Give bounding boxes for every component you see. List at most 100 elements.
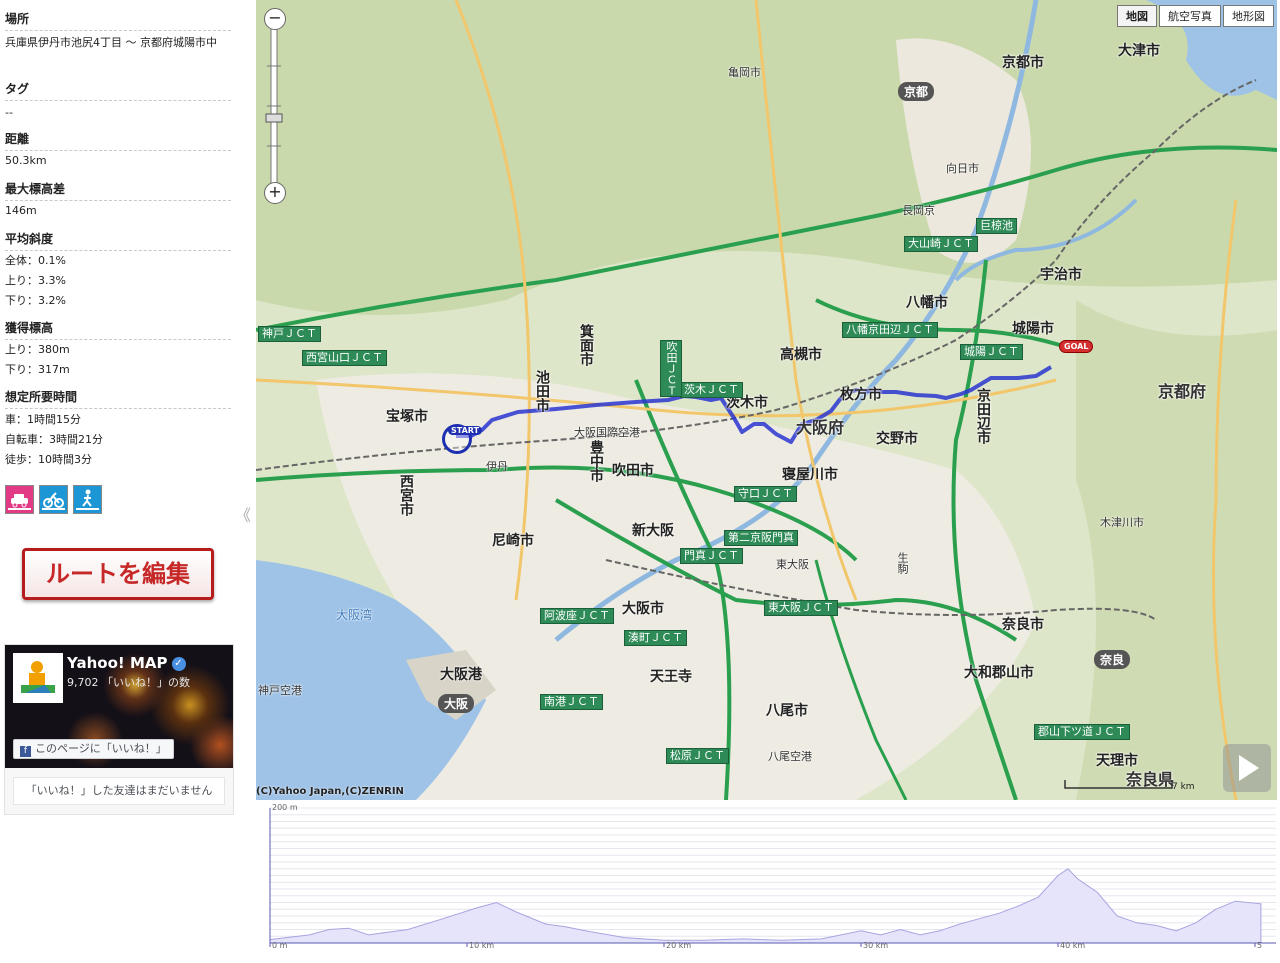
- map-label-nishinomiya: 西宮市: [398, 474, 414, 516]
- map-label-suita: 吹田市: [612, 463, 654, 479]
- jct-shield: 第二京阪門真: [724, 530, 798, 546]
- jct-shield: 吹田ＪＣＴ: [660, 340, 682, 397]
- location-title: 場所: [5, 10, 231, 31]
- jct-shield: 西宮山口ＪＣＴ: [302, 350, 387, 366]
- map-label-katano: 交野市: [876, 431, 918, 447]
- map-label-nagaokakyo: 長岡京: [902, 204, 935, 217]
- elevation-profile-svg: 200 m 0 m 10 km 20 km 30 km 40 km 5: [269, 803, 1276, 950]
- jct-shield: 八幡京田辺ＪＣＴ: [842, 322, 938, 338]
- map-label-shinosaka: 新大阪: [632, 523, 674, 539]
- map-type-terrain-button[interactable]: 地形図: [1223, 5, 1274, 27]
- route-map[interactable]: 大津市 京都市 京都府 大阪府 大阪市 奈良市 奈良県 高槻市 茨木市 枚方市 …: [256, 0, 1277, 800]
- map-label-neyagawa: 寝屋川市: [782, 467, 838, 483]
- estimated-time-title: 想定所要時間: [5, 388, 231, 409]
- map-label-uji: 宇治市: [1040, 267, 1082, 283]
- map-label-higashiosaka: 東大阪: [776, 558, 809, 571]
- map-label-itami-airport: 大阪国際空港: [574, 426, 640, 439]
- map-label-kyoto: 京都市: [1002, 55, 1044, 71]
- map-label-amagasaki: 尼崎市: [492, 533, 534, 549]
- map-label-osaka-port: 大阪港: [440, 667, 482, 683]
- time-bicycle: 自転車：3時間21分: [5, 433, 103, 446]
- zoom-control: − +: [262, 6, 288, 204]
- walk-icon[interactable]: [73, 485, 102, 514]
- facebook-cover-image: Yahoo! MAP ✓ 9,702 「いいね！」の数 f このページに「いいね！」: [5, 645, 233, 768]
- map-label-kizugawa: 木津川市: [1100, 516, 1144, 529]
- map-label-kobe-airport: 神戸空港: [258, 684, 302, 697]
- map-label-yao-airport: 八尾空港: [768, 750, 812, 763]
- elevation-gain-up: 上り：380m: [5, 343, 70, 356]
- time-walk: 徒歩：10時間3分: [5, 453, 92, 466]
- facebook-like-button[interactable]: f このページに「いいね！」: [13, 739, 174, 759]
- max-elevation-title: 最大標高差: [5, 180, 231, 201]
- map-label-tenri: 天理市: [1096, 753, 1138, 769]
- map-label-tennoji: 天王寺: [650, 669, 692, 685]
- location-value: 兵庫県伊丹市池尻4丁目 〜 京都府城陽市中: [5, 36, 217, 49]
- map-type-standard-button[interactable]: 地図: [1117, 5, 1157, 27]
- jct-shield: 東大阪ＪＣＴ: [764, 600, 838, 616]
- map-label-kyotanabe: 京田辺市: [975, 388, 991, 444]
- zoom-slider-track[interactable]: [262, 6, 288, 202]
- facebook-like-count: 9,702 「いいね！」の数: [67, 676, 190, 689]
- edit-route-button[interactable]: ルートを編集: [22, 548, 214, 600]
- time-car: 車：1時間15分: [5, 413, 81, 426]
- elevation-x-tick-label: 30 km: [863, 941, 888, 950]
- elevation-x-tick-label: 20 km: [666, 941, 691, 950]
- elevation-profile-chart[interactable]: 200 m 0 m 10 km 20 km 30 km 40 km 5: [256, 800, 1280, 959]
- map-scale-bar: 7 km: [1064, 778, 1195, 792]
- zoom-in-button[interactable]: +: [264, 182, 286, 204]
- map-label-otsu: 大津市: [1118, 43, 1160, 59]
- tag-title: タグ: [5, 80, 231, 101]
- map-label-takatsuki: 高槻市: [780, 347, 822, 363]
- jct-shield: 門真ＪＣＴ: [680, 548, 743, 564]
- elevation-x-tick-label: 0 m: [272, 941, 288, 950]
- jct-shield: 南港ＪＣＴ: [540, 694, 603, 710]
- route-goal-marker[interactable]: GOAL: [1059, 340, 1094, 353]
- map-label-nara-city: 奈良市: [1002, 617, 1044, 633]
- zoom-out-button[interactable]: −: [264, 8, 286, 30]
- play-icon: [1239, 755, 1259, 781]
- map-label-osaka-pref: 大阪府: [796, 418, 845, 437]
- elevation-profile-area: [269, 868, 1262, 944]
- jct-shield: 茨木ＪＣＴ: [680, 382, 743, 398]
- map-label-joyo: 城陽市: [1012, 321, 1054, 337]
- route-play-button[interactable]: [1223, 744, 1271, 792]
- map-type-switcher: 地図 航空写真 地形図: [1115, 5, 1274, 27]
- jct-shield: 阿波座ＪＣＴ: [540, 608, 614, 624]
- jct-shield: 神戸ＪＣＴ: [258, 326, 321, 342]
- jct-shield: 湊町ＪＣＴ: [624, 630, 687, 646]
- bicycle-icon[interactable]: [39, 485, 68, 514]
- osaka-station-badge: 大阪: [438, 694, 475, 713]
- elevation-x-tick-label: 10 km: [469, 941, 494, 950]
- average-slope-down: 下り：3.2%: [5, 294, 66, 307]
- jct-shield: 守口ＪＣＴ: [734, 486, 797, 502]
- map-label-ikoma: 生駒: [896, 552, 909, 574]
- facebook-page-name[interactable]: Yahoo! MAP ✓: [67, 654, 186, 672]
- average-slope-up: 上り：3.3%: [5, 274, 66, 287]
- map-copyright: (C)Yahoo Japan,(C)ZENRIN: [256, 786, 404, 797]
- map-label-yawata: 八幡市: [906, 295, 948, 311]
- map-label-mino: 箕面市: [578, 324, 594, 366]
- map-label-ikeda: 池田市: [534, 370, 550, 412]
- average-slope-title: 平均斜度: [5, 230, 231, 251]
- start-label: START: [448, 426, 483, 435]
- verified-badge-icon: ✓: [171, 656, 186, 671]
- map-label-yao: 八尾市: [766, 703, 808, 719]
- jct-shield: 松原ＪＣＴ: [666, 748, 729, 764]
- yahoo-map-avatar[interactable]: [13, 653, 63, 703]
- map-label-osaka-bay: 大阪湾: [336, 608, 373, 622]
- map-label-takarazuka: 宝塚市: [386, 409, 428, 425]
- map-label-hirakata: 枚方市: [840, 387, 882, 403]
- kyoto-station-badge: 京都: [898, 82, 935, 101]
- sidebar-collapse-toggle[interactable]: 《: [235, 502, 251, 526]
- facebook-f-icon: f: [20, 746, 31, 757]
- map-label-kyoto-pref: 京都府: [1158, 382, 1207, 401]
- distance-title: 距離: [5, 130, 231, 151]
- jct-shield: 巨椋池: [976, 218, 1017, 234]
- car-icon[interactable]: [5, 485, 34, 514]
- jct-shield: 城陽ＪＣＴ: [960, 344, 1023, 360]
- route-info-sidebar: 場所 兵庫県伊丹市池尻4丁目 〜 京都府城陽市中 タグ -- 距離 50.3km…: [0, 0, 251, 959]
- elevation-y-max-label: 200 m: [272, 803, 298, 812]
- tag-value: --: [5, 106, 13, 119]
- elevation-x-tick-label: 5: [1257, 941, 1262, 950]
- map-type-aerial-button[interactable]: 航空写真: [1159, 5, 1221, 27]
